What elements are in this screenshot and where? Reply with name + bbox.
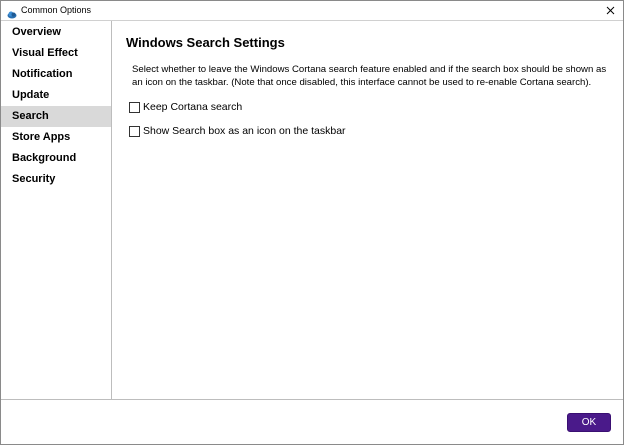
close-icon	[606, 2, 615, 20]
sidebar-item-search[interactable]: Search	[1, 106, 111, 127]
cloud-icon	[7, 6, 17, 19]
keep-cortana-label: Keep Cortana search	[143, 101, 243, 113]
description-line-1: Select whether to leave the Windows Cort…	[132, 64, 607, 75]
main-content: Windows Search Settings Select whether t…	[113, 21, 623, 399]
keep-cortana-option[interactable]: Keep Cortana search	[129, 101, 242, 114]
sidebar-item-background[interactable]: Background	[1, 148, 111, 169]
sidebar: Overview Visual Effect Notification Upda…	[1, 21, 112, 399]
description: Select whether to leave the Windows Cort…	[132, 63, 612, 89]
sidebar-item-visual-effect[interactable]: Visual Effect	[1, 43, 111, 64]
show-search-box-checkbox[interactable]	[129, 126, 140, 137]
sidebar-item-overview[interactable]: Overview	[1, 22, 111, 43]
body-area: Overview Visual Effect Notification Upda…	[1, 20, 623, 399]
window-title: Common Options	[21, 5, 92, 15]
show-search-box-option[interactable]: Show Search box as an icon on the taskba…	[129, 125, 346, 138]
close-button[interactable]	[597, 1, 623, 20]
ok-button[interactable]: OK	[567, 413, 611, 432]
sidebar-item-notification[interactable]: Notification	[1, 64, 111, 85]
page-title: Windows Search Settings	[126, 35, 285, 50]
sidebar-item-store-apps[interactable]: Store Apps	[1, 127, 111, 148]
keep-cortana-checkbox[interactable]	[129, 102, 140, 113]
sidebar-item-security[interactable]: Security	[1, 169, 111, 190]
title-bar[interactable]: Common Options	[1, 1, 623, 20]
common-options-window: Common Options Overview Visual Effect No…	[0, 0, 624, 445]
sidebar-item-update[interactable]: Update	[1, 85, 111, 106]
footer: OK	[1, 399, 623, 444]
show-search-box-label: Show Search box as an icon on the taskba…	[143, 125, 346, 137]
description-line-2: an icon on the taskbar. (Note that once …	[132, 77, 592, 88]
